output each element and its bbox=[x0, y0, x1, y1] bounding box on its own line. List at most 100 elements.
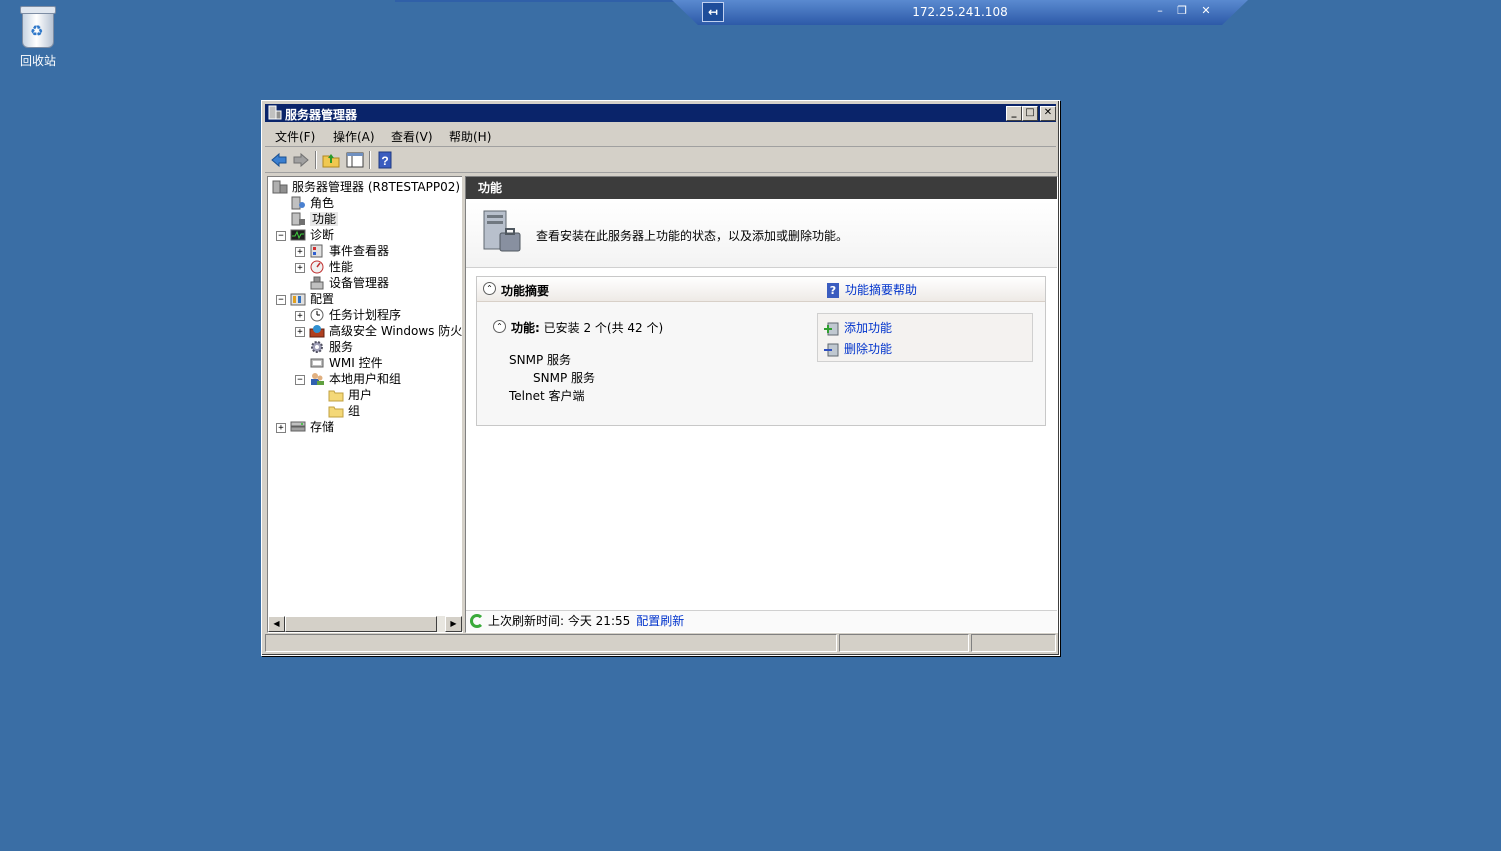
svg-text:?: ? bbox=[381, 154, 388, 168]
tree-item-firewall[interactable]: 高级安全 Windows 防火墙 bbox=[309, 323, 462, 339]
server-manager-window: 服务器管理器 _ □ ✕ 文件(F) 操作(A) 查看(V) 帮助(H) ? 服… bbox=[261, 100, 1060, 656]
details-header: 功能 bbox=[466, 177, 1057, 199]
console-tree-icon[interactable] bbox=[345, 150, 365, 170]
feature-item: SNMP 服务 bbox=[533, 371, 595, 385]
event-viewer-icon bbox=[310, 244, 323, 258]
tree-item-device-manager[interactable]: 设备管理器 bbox=[309, 275, 389, 291]
menu-file[interactable]: 文件(F) bbox=[275, 128, 315, 145]
folder-icon bbox=[328, 390, 344, 402]
tree-item-diagnostics[interactable]: 诊断 bbox=[290, 227, 334, 243]
tree-item-performance[interactable]: 性能 bbox=[309, 259, 353, 275]
details-pane: 功能 查看安装在此服务器上功能的状态，以及添加或删除功能。 ⌃ 功能摘要 ? 功能… bbox=[465, 176, 1058, 633]
tree-item-groups[interactable]: 组 bbox=[328, 403, 360, 419]
forward-arrow-icon[interactable] bbox=[291, 150, 311, 170]
collapse-summary-button[interactable]: ⌃ bbox=[483, 282, 496, 295]
rdp-host-title: 172.25.241.108 bbox=[912, 5, 1008, 19]
tree-item-root[interactable]: 服务器管理器 (R8TESTAPP02) bbox=[272, 179, 460, 195]
scroll-left-button[interactable]: ◀ bbox=[268, 616, 285, 632]
features-subsection: ⌃ 功能: 已安装 2 个(共 42 个) SNMP 服务 SNMP 服务 Te… bbox=[487, 313, 1033, 413]
expander-diagnostics[interactable]: − bbox=[276, 231, 286, 241]
installed-features-list: SNMP 服务 SNMP 服务 Telnet 客户端 bbox=[509, 351, 595, 405]
menu-view[interactable]: 查看(V) bbox=[391, 128, 433, 145]
features-label: 功能: bbox=[511, 321, 540, 335]
expander-firewall[interactable]: + bbox=[295, 327, 305, 337]
add-features-icon bbox=[824, 322, 839, 335]
recycle-bin-icon bbox=[20, 6, 56, 48]
tree-item-task-scheduler[interactable]: 任务计划程序 bbox=[309, 307, 401, 323]
folder-icon bbox=[328, 406, 344, 418]
features-icon bbox=[291, 212, 305, 226]
expander-local-users[interactable]: − bbox=[295, 375, 305, 385]
configuration-icon bbox=[290, 293, 306, 306]
device-manager-icon bbox=[310, 276, 324, 290]
expander-configuration[interactable]: − bbox=[276, 295, 286, 305]
expander-event-viewer[interactable]: + bbox=[295, 247, 305, 257]
feature-item: SNMP 服务 bbox=[509, 353, 571, 367]
tree-item-wmi[interactable]: WMI 控件 bbox=[309, 355, 383, 371]
minimize-button[interactable]: _ bbox=[1006, 106, 1022, 121]
configure-refresh-link[interactable]: 配置刷新 bbox=[636, 614, 684, 628]
features-actions: 添加功能 删除功能 bbox=[817, 313, 1033, 362]
rdp-minimize-button[interactable]: – bbox=[1152, 4, 1168, 18]
server-manager-icon bbox=[272, 180, 288, 194]
close-button[interactable]: ✕ bbox=[1040, 106, 1056, 121]
gear-icon bbox=[311, 341, 323, 353]
server-features-icon bbox=[483, 210, 521, 252]
tree-item-local-users[interactable]: 本地用户和组 bbox=[309, 371, 401, 387]
title-bar[interactable]: 服务器管理器 _ □ ✕ bbox=[265, 104, 1056, 122]
intro-text: 查看安装在此服务器上功能的状态，以及添加或删除功能。 bbox=[536, 229, 849, 243]
tree-item-storage[interactable]: 存储 bbox=[290, 419, 334, 435]
rdp-close-button[interactable]: ✕ bbox=[1198, 4, 1214, 18]
maximize-button[interactable]: □ bbox=[1022, 106, 1038, 121]
menu-help[interactable]: 帮助(H) bbox=[449, 128, 491, 145]
help-book-icon: ? bbox=[827, 283, 839, 298]
roles-icon bbox=[291, 196, 305, 210]
scroll-right-button[interactable]: ▶ bbox=[445, 616, 462, 632]
tree-item-roles[interactable]: 角色 bbox=[290, 195, 334, 211]
features-summary-section: ⌃ 功能摘要 ? 功能摘要帮助 ⌃ 功能: 已安装 2 个(共 42 个) SNM… bbox=[476, 276, 1046, 426]
tree-item-features[interactable]: 功能 bbox=[290, 211, 339, 227]
back-arrow-icon[interactable] bbox=[269, 150, 289, 170]
details-title: 功能 bbox=[478, 181, 503, 195]
wmi-icon bbox=[310, 358, 324, 368]
features-installed-count: 已安装 2 个(共 42 个) bbox=[539, 321, 664, 335]
performance-icon bbox=[310, 260, 324, 274]
features-summary-header[interactable]: ⌃ 功能摘要 ? 功能摘要帮助 bbox=[477, 277, 1045, 302]
help-icon[interactable]: ? bbox=[375, 150, 395, 170]
rdp-connection-bar: ↤ 172.25.241.108 – ❐ ✕ bbox=[672, 0, 1248, 25]
remove-features-link[interactable]: 删除功能 bbox=[824, 340, 892, 357]
intro-banner: 查看安装在此服务器上功能的状态，以及添加或删除功能。 bbox=[466, 201, 1057, 268]
diagnostics-icon bbox=[290, 229, 306, 241]
tree-item-users[interactable]: 用户 bbox=[328, 387, 372, 403]
remove-features-icon bbox=[824, 343, 839, 356]
rdp-restore-button[interactable]: ❐ bbox=[1174, 4, 1190, 18]
rdp-bar-edge bbox=[395, 0, 675, 2]
features-count: 功能: 已安装 2 个(共 42 个) bbox=[511, 319, 663, 336]
features-summary-help-link[interactable]: ? 功能摘要帮助 bbox=[827, 281, 917, 298]
tree-horizontal-scrollbar[interactable]: ◀ ▶ bbox=[268, 616, 462, 632]
add-features-link[interactable]: 添加功能 bbox=[824, 319, 892, 336]
tree-item-services[interactable]: 服务 bbox=[309, 339, 353, 355]
expander-performance[interactable]: + bbox=[295, 263, 305, 273]
tree-item-configuration[interactable]: 配置 bbox=[290, 291, 334, 307]
status-cell-2 bbox=[839, 634, 969, 652]
expander-task-scheduler[interactable]: + bbox=[295, 311, 305, 321]
menu-action[interactable]: 操作(A) bbox=[333, 128, 375, 145]
collapse-features-button[interactable]: ⌃ bbox=[493, 320, 506, 333]
folder-up-icon[interactable] bbox=[321, 150, 341, 170]
expander-storage[interactable]: + bbox=[276, 423, 286, 433]
recycle-bin[interactable]: 回收站 bbox=[14, 6, 62, 69]
recycle-bin-label: 回收站 bbox=[19, 54, 56, 68]
clock-icon bbox=[310, 308, 324, 322]
status-cell-main bbox=[265, 634, 837, 652]
tree-item-event-viewer[interactable]: 事件查看器 bbox=[309, 243, 389, 259]
window-title: 服务器管理器 bbox=[285, 108, 358, 122]
menu-bar: 文件(F) 操作(A) 查看(V) 帮助(H) bbox=[265, 124, 1056, 147]
status-bar bbox=[265, 634, 1056, 652]
toolbar-separator bbox=[315, 151, 316, 169]
users-group-icon bbox=[311, 373, 324, 385]
scroll-thumb[interactable] bbox=[285, 616, 437, 632]
pin-icon[interactable]: ↤ bbox=[702, 2, 724, 22]
last-refresh-text: 上次刷新时间: 今天 21:55 配置刷新 bbox=[488, 614, 685, 628]
features-summary-title: 功能摘要 bbox=[501, 284, 550, 298]
